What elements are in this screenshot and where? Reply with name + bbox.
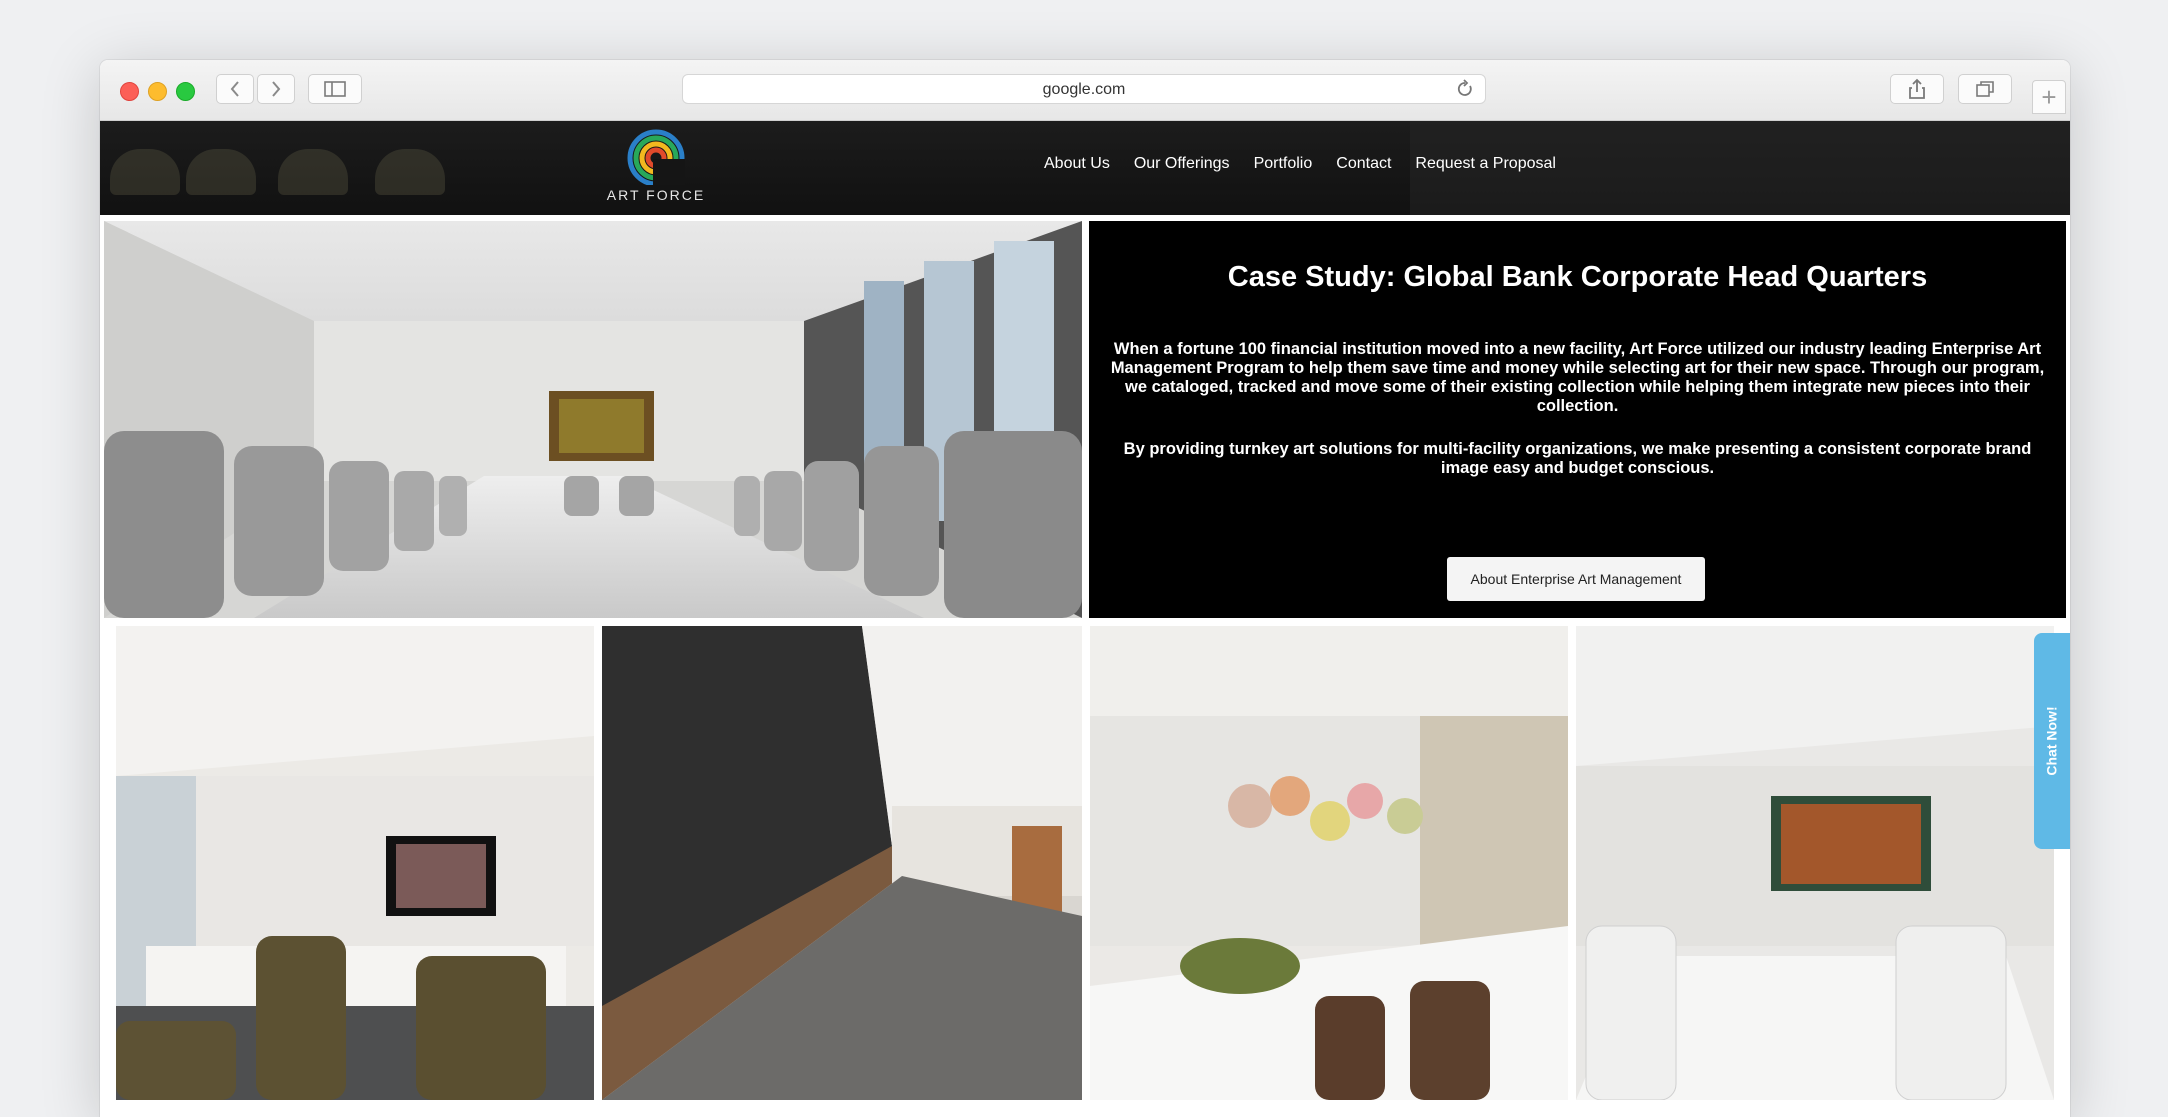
gallery-photo-meeting-area	[1090, 626, 1568, 1100]
nav-contact[interactable]: Contact	[1336, 155, 1391, 173]
minimize-window-button[interactable]	[148, 82, 167, 101]
browser-window: google.com + ART FORCE About Us Our Offe…	[100, 60, 2070, 1117]
address-url: google.com	[1042, 81, 1126, 98]
site-logo[interactable]: ART FORCE	[586, 129, 726, 209]
plus-icon: +	[2041, 82, 2057, 112]
new-tab-button[interactable]: +	[2032, 80, 2066, 114]
browser-toolbar: google.com +	[100, 60, 2070, 121]
header-background-chair	[278, 149, 348, 195]
case-study-paragraph-2: By providing turnkey art solutions for m…	[1123, 440, 2032, 477]
chat-now-label: Chat Now!	[2044, 706, 2060, 776]
site-header: ART FORCE About Us Our Offerings Portfol…	[100, 121, 2070, 215]
gallery-photo-corridor	[602, 626, 1082, 1100]
zoom-window-button[interactable]	[176, 82, 195, 101]
nav-our-offerings[interactable]: Our Offerings	[1134, 155, 1230, 173]
chat-now-tab[interactable]: Chat Now!	[2034, 633, 2070, 849]
tab-overview-button[interactable]	[1958, 74, 2012, 104]
chevron-right-icon	[272, 81, 281, 97]
header-background-chair	[110, 149, 180, 195]
chevron-left-icon	[230, 81, 239, 97]
header-background-chair	[186, 149, 256, 195]
close-window-button[interactable]	[120, 82, 139, 101]
website: ART FORCE About Us Our Offerings Portfol…	[100, 121, 2070, 1117]
tabs-icon	[1976, 81, 1994, 97]
share-button[interactable]	[1890, 74, 1944, 104]
case-study-panel: Case Study: Global Bank Corporate Head Q…	[1089, 221, 2066, 618]
about-enterprise-art-management-button[interactable]: About Enterprise Art Management	[1447, 557, 1705, 601]
reload-icon[interactable]	[1455, 78, 1475, 105]
nav-about-us[interactable]: About Us	[1044, 155, 1110, 173]
hero-conference-room-photo	[104, 221, 1082, 618]
sidebar-icon	[324, 81, 346, 97]
address-bar[interactable]: google.com	[682, 74, 1486, 104]
share-icon	[1909, 78, 1925, 99]
back-button[interactable]	[216, 74, 254, 104]
main-nav: About Us Our Offerings Portfolio Contact…	[1044, 155, 1556, 173]
nav-portfolio[interactable]: Portfolio	[1254, 155, 1313, 173]
sidebar-toggle-button[interactable]	[308, 74, 362, 104]
nav-request-proposal[interactable]: Request a Proposal	[1415, 155, 1556, 173]
header-background-chair	[375, 149, 445, 195]
gallery-photo-lounge	[116, 626, 594, 1100]
case-study-paragraph-1: When a fortune 100 financial institution…	[1110, 340, 2045, 415]
case-study-title: Case Study: Global Bank Corporate Head Q…	[1227, 261, 1928, 293]
art-force-logo-icon	[627, 129, 685, 185]
brand-name: ART FORCE	[606, 187, 706, 203]
forward-button[interactable]	[257, 74, 295, 104]
gallery-photo-boardroom	[1576, 626, 2054, 1100]
